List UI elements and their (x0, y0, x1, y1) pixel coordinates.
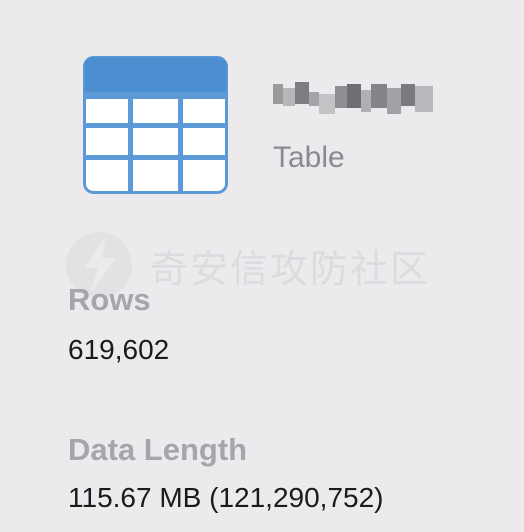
rows-value: 619,602 (68, 334, 170, 365)
object-type-label: Table (273, 141, 345, 174)
watermark-text: 奇安信攻防社区 (150, 246, 431, 291)
data-length-value: 115.67 MB (121,290,752) (68, 482, 384, 513)
table-info-panel: Table 奇安信攻防社区 Rows 619,602 Data Length 1… (0, 0, 524, 532)
table-name-redacted (273, 82, 433, 114)
rows-label: Rows (68, 282, 151, 317)
table-icon (83, 56, 228, 194)
data-length-label: Data Length (68, 432, 248, 467)
